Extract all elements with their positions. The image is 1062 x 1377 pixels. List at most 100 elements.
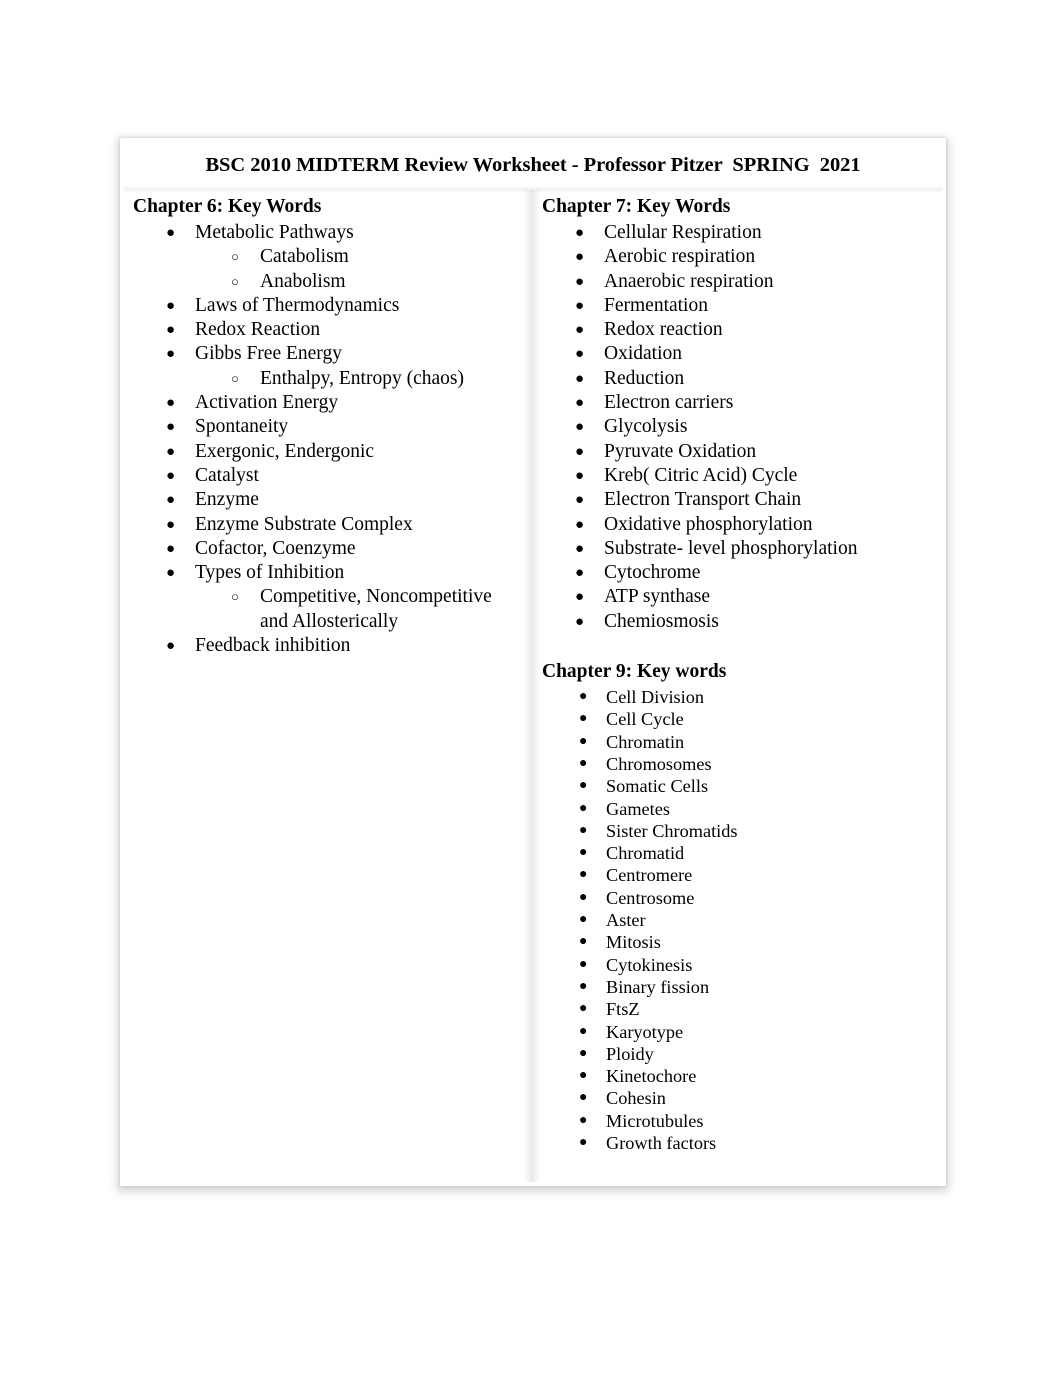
list-item: ● Redox Reaction [133,318,521,342]
hollow-bullet-icon: ○ [231,589,239,605]
list-item: ● Spontaneity [133,415,521,439]
filled-bullet-icon: ● [166,225,176,241]
list-item: ● Exergonic, Endergonic [133,440,521,464]
list-item: ○ Catabolism [133,245,521,269]
filled-bullet-icon: ● [575,297,585,314]
list-item-label: Substrate- level phosphorylation [604,537,858,559]
filled-bullet-icon: ● [579,733,588,749]
list-item: ● Centrosome [542,887,936,909]
list-item-label: Types of Inhibition [195,562,345,584]
filled-bullet-icon: ● [575,467,585,484]
filled-bullet-icon: ● [166,516,176,533]
list-item: ● Cytokinesis [542,954,936,976]
list-item: ● Centromere [542,864,936,886]
list-item: ● Types of Inhibition [133,561,521,585]
list-item-label: Electron Transport Chain [604,489,802,511]
filled-bullet-icon: ● [579,800,588,816]
list-item-label: Gibbs Free Energy [195,343,342,365]
filled-bullet-icon: ● [166,565,176,582]
keyword-list-chapter-7-key-words: ● Cellular Respiration ● Aerobic respiratio… [542,221,936,634]
list-item-label: Centrosome [606,887,695,908]
section-heading-chapter-6-key-words: Chapter 6: Key Words [133,196,322,217]
list-item-label: Cofactor, Coenzyme [195,537,356,559]
page-sheet: BSC 2010 MIDTERM Review Worksheet - Prof… [124,142,942,1182]
filled-bullet-icon: ● [166,540,176,557]
list-item-label: Enzyme [195,489,259,511]
list-item: ● Laws of Thermodynamics [133,294,521,318]
list-item: ● Cell Division [542,686,936,708]
list-item-label: Anaerobic respiration [604,270,774,292]
list-item: ○ Enthalpy, Entropy (chaos) [133,367,521,391]
list-item-label: Cytokinesis [606,954,693,975]
filled-bullet-icon: ● [579,711,588,727]
filled-bullet-icon: ● [579,867,588,883]
list-item-label: Feedback inhibition [195,635,351,657]
list-item-label: Gametes [606,798,670,819]
filled-bullet-icon: ● [575,540,585,557]
filled-bullet-icon: ● [166,467,176,484]
keyword-list-chapter-9-key-words: ● Cell Division ● Cell Cycle ● Chromatin ● Chro… [542,686,936,1154]
filled-bullet-icon: ● [575,370,585,387]
list-item-label: Growth factors [606,1132,717,1153]
filled-bullet-icon: ● [575,395,585,412]
filled-bullet-icon: ● [575,613,585,630]
list-item: ● Sister Chromatids [542,820,936,842]
list-item-label: Catabolism [260,246,349,268]
keyword-list-chapter-6-key-words: ● Metabolic Pathways ○ Catabolism ○ Anabolism… [133,221,521,658]
list-item-label: Kinetochore [606,1066,697,1087]
list-item: ● Chemiosmosis [542,610,936,634]
filled-bullet-icon: ● [166,346,176,363]
filled-bullet-icon: ● [166,443,176,460]
list-item: ● Reduction [542,367,936,391]
list-item: ● Chromatid [542,842,936,864]
list-item: ● Electron Transport Chain [542,488,936,512]
filled-bullet-icon: ● [579,822,588,838]
filled-bullet-icon: ● [579,1001,588,1017]
list-item: ● Oxidation [542,342,936,366]
filled-bullet-icon: ● [166,492,176,509]
list-item: ● Chromatin [542,731,936,753]
list-item: ● Substrate- level phosphorylation [542,537,936,561]
hollow-bullet-icon: ○ [231,249,239,265]
list-item-label: Aerobic respiration [604,246,756,268]
filled-bullet-icon: ● [575,443,585,460]
list-item-label: Enzyme Substrate Complex [195,513,413,535]
filled-bullet-icon: ● [579,1068,588,1084]
document-header: BSC 2010 MIDTERM Review Worksheet - Prof… [124,142,942,186]
filled-bullet-icon: ● [579,1023,588,1039]
list-item-label: Cellular Respiration [604,222,762,243]
list-item-label: Kreb( Citric Acid) Cycle [604,464,798,486]
list-item-label: Electron carriers [604,392,734,414]
list-item: ● Electron carriers [542,391,936,415]
list-item: ● Cohesin [542,1087,936,1109]
list-item-label: Microtubules [606,1110,704,1131]
list-item: ● Redox reaction [542,318,936,342]
list-item-label: FtsZ [606,999,640,1020]
filled-bullet-icon: ● [575,249,585,266]
list-item-label: Ploidy [606,1043,654,1064]
list-item: ● Ploidy [542,1043,936,1065]
filled-bullet-icon: ● [166,322,176,339]
filled-bullet-icon: ● [166,419,176,436]
list-item-label: Spontaneity [195,416,289,438]
filled-bullet-icon: ● [579,1090,588,1106]
list-item: ● Mitosis [542,931,936,953]
filled-bullet-icon: ● [579,689,588,705]
list-item-label: Activation Energy [195,392,339,414]
list-item: ● FtsZ [542,998,936,1020]
list-item-label: Cytochrome [604,562,701,584]
list-item: ○ Competitive, Noncompetitive and Alloste… [133,585,521,634]
content-columns: Chapter 6: Key Words ● Metabolic Pathways ○… [124,194,942,1154]
filled-bullet-icon: ● [579,845,588,861]
list-item-label: Reduction [604,367,685,389]
list-item: ○ Anabolism [133,270,521,294]
filled-bullet-icon: ● [575,419,585,436]
list-item-label: Enthalpy, Entropy (chaos) [260,367,464,389]
document-page: BSC 2010 MIDTERM Review Worksheet - Prof… [120,138,946,1186]
list-item-label: Karyotype [606,1021,684,1042]
list-item-label: Pyruvate Oxidation [604,440,757,462]
left-column: Chapter 6: Key Words ● Metabolic Pathways ○… [124,194,529,1154]
list-item-label: Glycolysis [604,416,688,438]
list-item: ● Oxidative phosphorylation [542,513,936,537]
list-item-label: Anabolism [260,270,346,292]
